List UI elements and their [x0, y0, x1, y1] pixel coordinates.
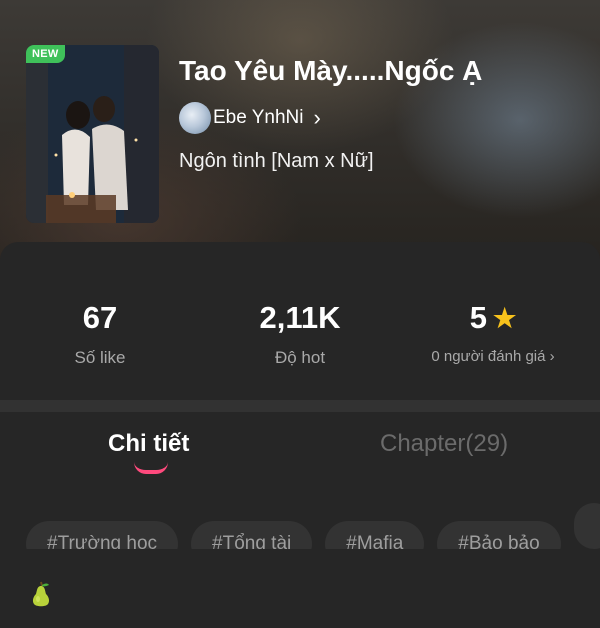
hot-count: 2,11K [259, 300, 341, 335]
story-cover-image[interactable]: NEW [26, 45, 159, 223]
cover-artwork [26, 45, 159, 223]
star-icon: ★ [492, 302, 517, 333]
author-link[interactable]: Ebe YnhNi › [179, 102, 321, 134]
likes-stat: 67 Số like [0, 300, 200, 368]
author-avatar[interactable] [179, 102, 211, 134]
tag-chip-partial[interactable] [573, 503, 600, 549]
tag-chip[interactable]: #Tổng tài [191, 521, 313, 549]
hot-label: Độ hot [274, 348, 326, 367]
new-badge: NEW [26, 45, 65, 63]
section-divider [0, 400, 600, 412]
tag-chip[interactable]: #Bảo bảo [437, 521, 561, 549]
tag-chip[interactable]: #Mafia [325, 521, 425, 549]
chevron-right-icon[interactable]: › [314, 107, 321, 129]
story-title: Tao Yêu Mày.....Ngốc Ạ [179, 55, 483, 86]
pear-icon [32, 581, 50, 607]
tab-detail[interactable]: Chi tiết [108, 430, 189, 458]
rating-stat[interactable]: 5 ★ 0 người đánh giá › [393, 300, 593, 365]
content-section: Chi tiết Chapter(29) #Trường học #Tổng tà… [0, 412, 600, 628]
likes-label: Số like [74, 348, 126, 367]
tab-chapter[interactable]: Chapter(29) [380, 430, 508, 458]
stats-panel: 67 Số like 2,11K Độ hot 5 ★ 0 người đánh… [0, 242, 600, 400]
hot-stat: 2,11K Độ hot [200, 300, 400, 368]
rating-value: 5 [469, 300, 487, 335]
tag-chip[interactable]: #Trường học [26, 521, 179, 549]
rating-count-link[interactable]: 0 người đánh giá › [393, 348, 593, 365]
author-name[interactable]: Ebe YnhNi [213, 107, 304, 129]
active-tab-indicator [134, 462, 168, 474]
tag-list: #Trường học #Tổng tài #Mafia #Bảo bảo [26, 503, 600, 549]
likes-count: 67 [82, 300, 118, 335]
rating-value-row: 5 ★ [470, 300, 517, 336]
story-genre: Ngôn tình [Nam x Nữ] [179, 150, 374, 172]
